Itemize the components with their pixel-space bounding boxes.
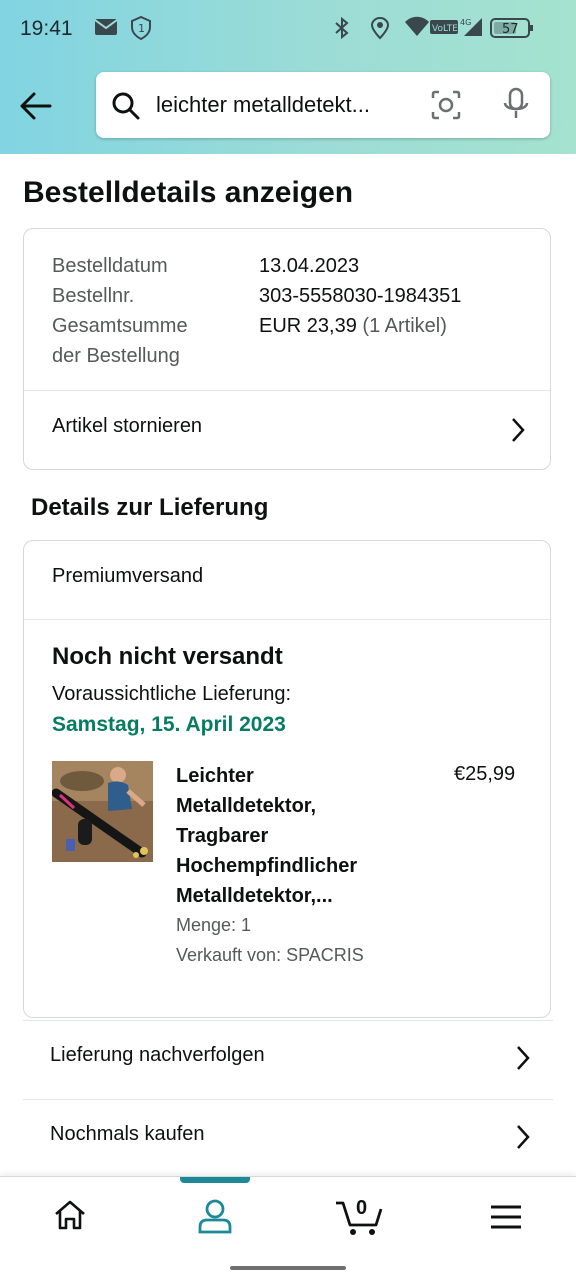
search-input[interactable]: leichter metalldetekt...: [156, 92, 370, 118]
delivery-card: Premiumversand Noch nicht versandt Vorau…: [23, 540, 551, 1018]
home-icon[interactable]: [52, 1197, 88, 1238]
svg-text:4G: 4G: [460, 18, 471, 27]
page-title: Bestelldetails anzeigen: [23, 176, 354, 209]
order-total-label-2: der Bestellung: [52, 345, 180, 367]
bluetooth-icon: [332, 16, 352, 45]
wifi-icon: [404, 16, 430, 43]
cart-count: 0: [356, 1197, 368, 1219]
back-arrow-icon: [20, 92, 52, 120]
signal-icon: VoLTE 4G: [430, 16, 484, 43]
search-bar[interactable]: leichter metalldetekt...: [96, 72, 550, 138]
product-quantity: Menge: 1: [176, 915, 252, 935]
delivery-heading: Details zur Lieferung: [31, 494, 269, 521]
svg-text:VoLTE: VoLTE: [432, 24, 458, 34]
product-title-line: Metalldetektor,: [176, 795, 317, 817]
expected-delivery-label: Voraussichtliche Lieferung:: [52, 683, 292, 705]
back-button[interactable]: [16, 86, 56, 126]
order-date-value: 13.04.2023: [259, 255, 360, 277]
order-summary-card: Bestelldatum 13.04.2023 Bestellnr. 303-5…: [23, 228, 551, 470]
menu-icon[interactable]: [490, 1203, 522, 1236]
account-icon[interactable]: [196, 1197, 234, 1240]
product-title-line: Leichter: [176, 765, 254, 787]
order-total-amount: EUR 23,39: [259, 315, 357, 337]
divider: [24, 619, 550, 620]
status-time: 19:41: [20, 17, 73, 40]
svg-text:1: 1: [138, 22, 145, 35]
active-tab-indicator: [180, 1177, 250, 1183]
order-total-value: EUR 23,39 (1 Artikel): [259, 311, 447, 341]
mail-icon: [94, 16, 118, 43]
status-bar: 19:41 1 VoLTE 4G 57: [0, 0, 576, 58]
product-seller: Verkauft von: SPACRIS: [176, 945, 364, 965]
shield-notification-icon: 1: [130, 15, 152, 45]
track-delivery-row[interactable]: Lieferung nachverfolgen: [23, 1020, 553, 1098]
chevron-right-icon: [515, 1124, 531, 1155]
track-delivery-label: Lieferung nachverfolgen: [50, 1044, 265, 1066]
gesture-bar: [230, 1266, 346, 1270]
divider: [23, 1020, 553, 1021]
product-title[interactable]: Leichter Metalldetektor, Tragbarer Hoche…: [176, 761, 406, 911]
product-price: €25,99: [454, 763, 516, 785]
camera-icon[interactable]: [430, 89, 462, 126]
mic-icon[interactable]: [502, 87, 530, 128]
product-title-line: Hochempfindlicher: [176, 855, 358, 877]
app-header: 19:41 1 VoLTE 4G 57 leichter metalldetekt…: [0, 0, 576, 154]
order-date-label: Bestelldatum: [52, 255, 168, 277]
order-total-items: (1 Artikel): [362, 315, 447, 337]
shipment-status: Noch nicht versandt: [52, 643, 283, 670]
buy-again-label: Nochmals kaufen: [50, 1123, 205, 1145]
order-number-label: Bestellnr.: [52, 285, 135, 307]
battery-icon: 57: [490, 16, 534, 45]
shipping-method: Premiumversand: [52, 565, 204, 587]
chevron-right-icon: [515, 1045, 531, 1076]
battery-level: 57: [502, 22, 519, 37]
expected-delivery-date: Samstag, 15. April 2023: [52, 713, 286, 736]
order-total-label-1: Gesamtsumme: [52, 315, 188, 337]
cancel-items-label: Artikel stornieren: [52, 415, 203, 437]
order-number-value: 303-5558030-1984351: [259, 285, 462, 307]
location-icon: [370, 16, 390, 45]
chevron-right-icon: [510, 417, 526, 448]
product-title-line: Metalldetektor,...: [176, 885, 333, 907]
product-image[interactable]: [52, 761, 153, 862]
cancel-items-row[interactable]: Artikel stornieren: [24, 391, 550, 469]
divider: [23, 1099, 553, 1100]
search-icon[interactable]: [110, 90, 142, 127]
buy-again-row[interactable]: Nochmals kaufen: [23, 1099, 553, 1177]
product-title-line: Tragbarer: [176, 825, 269, 847]
